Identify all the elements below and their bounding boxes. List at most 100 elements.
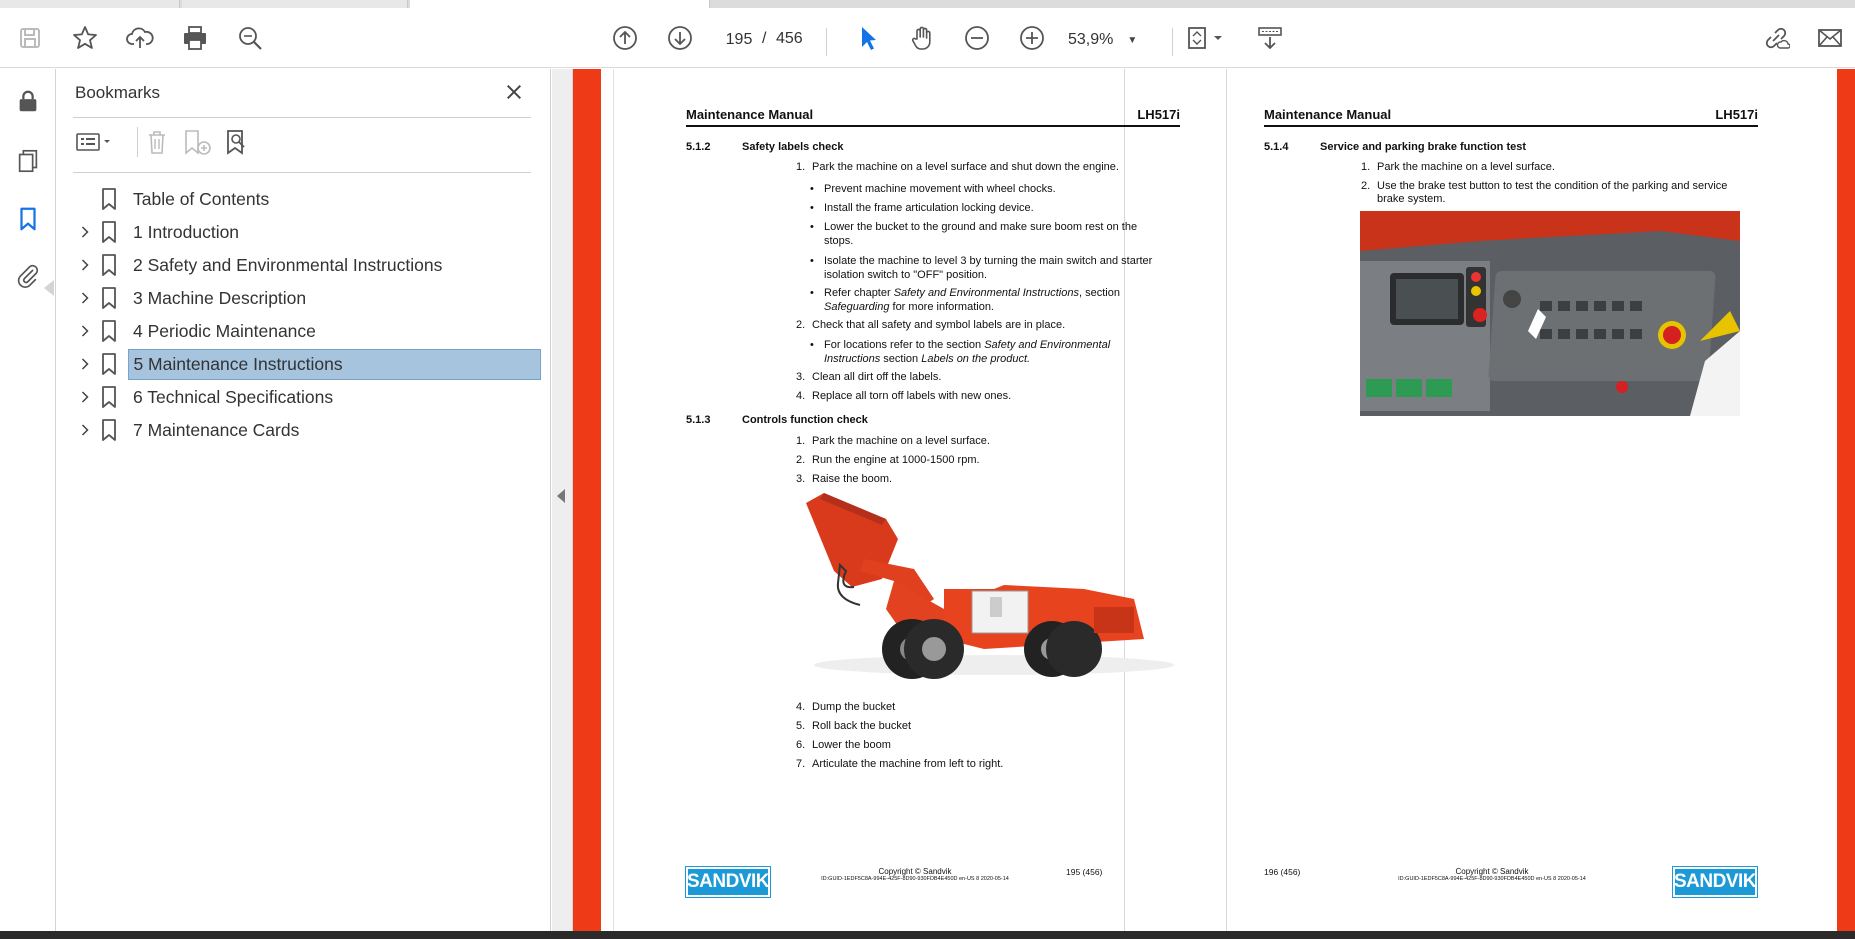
zoom-search-icon[interactable] (234, 22, 266, 54)
page-edge-decoration (1837, 69, 1855, 931)
divider (73, 172, 531, 173)
zoom-out-icon[interactable] (961, 22, 993, 54)
page-down-icon[interactable] (664, 22, 696, 54)
sandvik-logo: SANDVIK (685, 866, 771, 898)
document-page: Maintenance Manual LH517i 5.1.4 Service … (1226, 69, 1826, 931)
panel-collapse-handle[interactable] (552, 69, 573, 931)
attachment-icon[interactable] (12, 259, 44, 291)
toolbar-divider (137, 127, 138, 157)
bookmark-label: 7 Maintenance Cards (133, 419, 300, 440)
toolbar-divider (826, 28, 827, 56)
page-separator: / (762, 30, 767, 47)
bookmark-label: 5 Maintenance Instructions (128, 348, 541, 380)
page-total: 456 (776, 30, 803, 47)
bookmark-label: 6 Technical Specifications (133, 386, 334, 407)
document-view[interactable]: Maintenance Manual LH517i 5.1.2 Safety l… (573, 69, 1855, 931)
loader-illustration (806, 493, 1174, 679)
bookmark-item[interactable]: 3 Machine Description (71, 282, 541, 314)
bookmarks-panel: Bookmarks Table of Contents 1 Introductio… (57, 69, 551, 931)
header-title: Maintenance Manual (686, 107, 814, 122)
bookmark-item[interactable]: 7 Maintenance Cards (71, 414, 541, 446)
bookmark-icon (101, 188, 123, 210)
chevron-right-icon[interactable] (75, 324, 95, 338)
selected-indicator (44, 280, 54, 296)
bookmark-icon (101, 320, 123, 342)
delete-bookmark-icon[interactable] (139, 125, 175, 159)
mail-icon[interactable] (1814, 22, 1846, 54)
bookmark-label: Table of Contents (133, 188, 270, 209)
print-icon[interactable] (179, 22, 211, 54)
close-icon[interactable] (501, 79, 527, 105)
bookmark-item[interactable]: 6 Technical Specifications (71, 381, 541, 413)
zoom-in-icon[interactable] (1016, 22, 1048, 54)
document-page: Maintenance Manual LH517i 5.1.2 Safety l… (613, 69, 1180, 931)
section-title: Controls function check (742, 414, 868, 426)
bookmark-item[interactable]: 2 Safety and Environmental Instructions (71, 249, 541, 281)
page-header: Maintenance Manual LH517i (686, 107, 1180, 127)
bookmark-icon (101, 419, 123, 441)
chevron-right-icon[interactable] (75, 258, 95, 272)
chevron-right-icon[interactable] (75, 423, 95, 437)
page-number-input[interactable] (718, 28, 760, 52)
bookmark-item[interactable]: 1 Introduction (71, 216, 541, 248)
chevron-left-icon (557, 489, 565, 503)
bookmark-icon (101, 254, 123, 276)
bookmark-label: 3 Machine Description (133, 287, 307, 308)
chevron-down-icon: ▼ (1127, 34, 1138, 46)
search-bookmark-icon[interactable] (221, 125, 259, 159)
lock-icon[interactable] (12, 85, 44, 117)
chevron-right-icon[interactable] (75, 291, 95, 305)
bookmark-label: 1 Introduction (133, 221, 240, 242)
section-number: 5.1.2 (686, 141, 711, 153)
section-number: 5.1.3 (686, 414, 711, 426)
bookmark-item[interactable]: 4 Periodic Maintenance (71, 315, 541, 347)
bookmark-item[interactable]: 5 Maintenance Instructions (71, 348, 541, 380)
panel-title: Bookmarks (75, 83, 161, 102)
link-cloud-icon[interactable] (1760, 22, 1792, 54)
footer-copyright: Copyright © Sandvik ID:GUID-1EDF5C8A-994… (821, 867, 1009, 882)
nav-rail (0, 69, 56, 931)
bookmark-label: 2 Safety and Environmental Instructions (133, 254, 443, 275)
chevron-right-icon[interactable] (75, 357, 95, 371)
bookmark-panel-icon[interactable] (12, 203, 44, 235)
tab-active[interactable] (410, 0, 710, 8)
tab-strip (0, 0, 1855, 8)
footer-copyright: Copyright © Sandvik ID:GUID-1EDF5C8A-994… (1398, 867, 1586, 882)
bookmark-icon (101, 386, 123, 408)
page-number: 196 (456) (1264, 867, 1301, 877)
toolbar-divider (1172, 28, 1173, 56)
save-icon[interactable] (14, 22, 46, 54)
section-title: Safety labels check (742, 141, 844, 153)
zoom-select[interactable]: 53,9% ▼ (1068, 28, 1158, 52)
bookmark-icon (101, 221, 123, 243)
hand-icon[interactable] (906, 22, 938, 54)
bookmark-icon (101, 287, 123, 309)
page-header: Maintenance Manual LH517i (1264, 107, 1758, 127)
page-number: 195 (456) (1066, 867, 1103, 877)
chevron-right-icon[interactable] (75, 390, 95, 404)
header-model: LH517i (1715, 107, 1758, 122)
page-up-icon[interactable] (609, 22, 641, 54)
select-cursor-icon[interactable] (852, 22, 884, 54)
chevron-right-icon[interactable] (75, 225, 95, 239)
page-thumbnails-icon[interactable] (12, 145, 44, 177)
bookmark-options-button[interactable] (73, 125, 117, 159)
toolbar: / 456 53,9% ▼ (0, 8, 1855, 68)
cloud-upload-icon[interactable] (124, 22, 156, 54)
tab[interactable] (0, 0, 180, 8)
header-model: LH517i (1137, 107, 1180, 122)
bookmark-item[interactable]: Table of Contents (71, 183, 541, 215)
new-bookmark-icon[interactable] (179, 125, 217, 159)
header-title: Maintenance Manual (1264, 107, 1392, 122)
page-edge-decoration (573, 69, 601, 931)
star-icon[interactable] (69, 22, 101, 54)
section-title: Service and parking brake function test (1320, 141, 1527, 153)
section-number: 5.1.4 (1264, 141, 1289, 153)
tab[interactable] (182, 0, 408, 8)
bookmark-icon (101, 353, 123, 375)
page-fit-icon[interactable] (1184, 22, 1228, 54)
sandvik-logo: SANDVIK (1672, 866, 1758, 898)
divider (73, 117, 531, 118)
scroll-mode-icon[interactable] (1254, 22, 1286, 54)
control-panel-photo (1360, 211, 1740, 416)
